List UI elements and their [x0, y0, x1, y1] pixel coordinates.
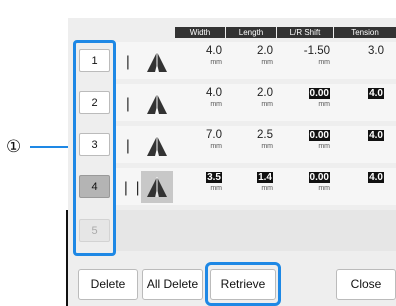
tension-value: 4.0 [368, 172, 384, 183]
twin-needle-icon: ❘❘ [120, 179, 144, 195]
length-value: 2.0 mm [257, 45, 273, 66]
memory-number-highlight [73, 40, 116, 256]
lr-shift-value: -1.50 mm [303, 45, 330, 66]
header-lr-shift: L/R Shift [277, 27, 333, 38]
width-value: 4.0 mm [206, 87, 222, 108]
retrieve-highlight [205, 262, 281, 306]
presser-foot-icon [141, 171, 173, 203]
presser-foot-icon [147, 136, 167, 156]
callout-line [30, 146, 72, 148]
callout-number: ① [6, 137, 22, 156]
tension-value: 3.0 [368, 45, 384, 57]
tension-value: 4.0 [368, 88, 384, 99]
all-delete-button[interactable]: All Delete [142, 269, 203, 300]
width-value: 4.0 mm [206, 45, 222, 66]
tension-value: 4.0 [368, 130, 384, 141]
lr-shift-value: 0.00 mm [308, 130, 330, 150]
close-button[interactable]: Close [336, 269, 396, 300]
header-length: Length [226, 27, 276, 38]
table-row [113, 210, 396, 251]
screen-edge [66, 210, 68, 306]
length-value: 1.4 mm [257, 172, 273, 192]
width-value: 7.0 mm [206, 129, 222, 150]
lr-shift-value: 0.00 mm [308, 172, 330, 192]
header-tension: Tension [334, 27, 396, 38]
single-needle-icon: ❘ [122, 137, 134, 153]
length-value: 2.0 mm [257, 87, 273, 108]
lr-shift-value: 0.00 mm [308, 88, 330, 108]
delete-button[interactable]: Delete [78, 269, 138, 300]
width-value: 3.5 mm [206, 172, 222, 192]
presser-foot-icon [147, 52, 167, 72]
presser-foot-icon [147, 94, 167, 114]
single-needle-icon: ❘ [122, 53, 134, 69]
header-width: Width [175, 27, 225, 38]
length-value: 2.5 mm [257, 129, 273, 150]
single-needle-icon: ❘ [122, 95, 134, 111]
